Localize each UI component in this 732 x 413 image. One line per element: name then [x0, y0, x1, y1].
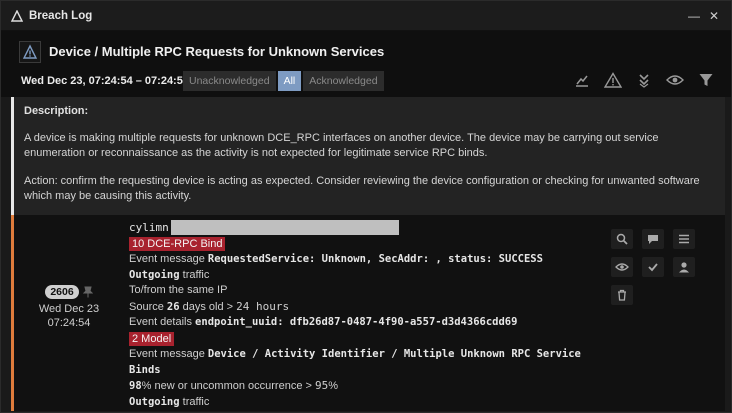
outgoing-value: Outgoing	[129, 268, 180, 281]
user-icon[interactable]	[673, 257, 695, 277]
description-heading: Description:	[24, 105, 89, 117]
list-icon[interactable]	[673, 229, 695, 249]
details-label: Event details	[129, 316, 192, 328]
event-message-value: RequestedService: Unknown, SecAddr: , st…	[207, 253, 543, 265]
action-text: Action: confirm the requesting device is…	[24, 175, 700, 202]
breach-header: Device / Multiple RPC Requests for Unkno…	[1, 31, 731, 97]
source-line: Source 26 days old > 24 hours	[129, 299, 629, 316]
redacted-block	[170, 220, 399, 236]
tag-dce-rpc-bind: 10 DCE-RPC Bind	[129, 236, 226, 251]
details-line: Event details endpoint_uuid: dfb26d87-04…	[129, 315, 629, 331]
event-row[interactable]: 2606 Wed Dec 23 07:24:54 cylimn 10 DCE-R…	[11, 215, 725, 411]
model-message-cont-value: Binds	[129, 363, 161, 376]
event-count-badge: 2606	[45, 285, 79, 299]
event-time: 07:24:54	[47, 317, 91, 329]
pct-threshold: 95	[315, 379, 329, 392]
window-title: Breach Log	[29, 9, 93, 22]
details-value: endpoint_uuid: dfb26d87-0487-4f90-a557-d…	[195, 316, 518, 328]
filter-unacknowledged[interactable]: Unacknowledged	[183, 71, 276, 91]
title-bar: Breach Log — ✕	[1, 1, 731, 31]
model-breach-icon	[19, 41, 41, 63]
pct-value: 98	[129, 380, 142, 392]
event-message-line: Event message RequestedService: Unknown,…	[129, 252, 629, 268]
outgoing2-line: Outgoing traffic	[129, 395, 629, 411]
model-message-label: Event message	[129, 348, 205, 360]
device-prefix: cylimn	[129, 221, 169, 234]
event-message-label: Event message	[129, 253, 205, 265]
filter-all[interactable]: All	[277, 71, 302, 91]
acknowledge-check-icon[interactable]	[642, 257, 664, 277]
tag-model: 2 Model	[129, 331, 175, 346]
chart-icon[interactable]	[571, 69, 593, 91]
event-details: cylimn 10 DCE-RPC Bind Event message Req…	[129, 220, 629, 410]
close-button[interactable]: ✕	[705, 7, 723, 25]
event-meta: 2606 Wed Dec 23 07:24:54	[14, 285, 124, 330]
pin-icon[interactable]	[82, 286, 93, 298]
warning-icon[interactable]	[602, 69, 624, 91]
search-icon[interactable]	[611, 229, 633, 249]
breach-log-window: Breach Log — ✕ Device / Multiple RPC Req…	[0, 0, 732, 413]
pct-label: % new or uncommon occurrence >	[141, 380, 312, 392]
outgoing-line: Outgoing traffic	[129, 268, 629, 284]
eye-icon[interactable]	[664, 69, 686, 91]
comment-icon[interactable]	[642, 229, 664, 249]
header-actions	[562, 69, 717, 91]
source-value: 26	[166, 300, 180, 313]
model-message-value: Device / Activity Identifier / Multiple …	[207, 348, 581, 360]
pct-suffix: %	[328, 380, 339, 392]
filter-acknowledged[interactable]: Acknowledged	[303, 71, 384, 91]
event-date: Wed Dec 23	[38, 303, 100, 315]
source-label: Source	[129, 300, 164, 313]
pct-line: 98% new or uncommon occurrence > 95%	[129, 378, 629, 395]
tofrom-line: To/from the same IP	[129, 284, 228, 296]
source-mid: days old >	[182, 300, 234, 313]
collapse-all-icon[interactable]	[633, 69, 655, 91]
device-name[interactable]: cylimn	[129, 220, 629, 236]
breach-timerange: Wed Dec 23, 07:24:54 – 07:24:55	[21, 75, 189, 87]
filter-funnel-icon[interactable]	[695, 69, 717, 91]
outgoing-label: traffic	[182, 268, 210, 281]
description-text: A device is making multiple requests for…	[24, 132, 659, 159]
model-message-cont: Binds	[129, 363, 629, 379]
model-message-line: Event message Device / Activity Identifi…	[129, 347, 629, 363]
outgoing2-label: traffic	[182, 395, 210, 408]
event-actions	[611, 229, 707, 305]
outgoing2-value: Outgoing	[129, 395, 180, 408]
source-threshold: 24 hours	[236, 299, 290, 313]
app-triangle-icon	[11, 9, 23, 22]
trash-icon[interactable]	[611, 285, 633, 305]
breach-title: Device / Multiple RPC Requests for Unkno…	[49, 44, 385, 59]
minimize-button[interactable]: —	[685, 7, 703, 25]
description-panel: Description: A device is making multiple…	[11, 97, 725, 215]
eye-icon[interactable]	[611, 257, 633, 277]
ack-filter: Unacknowledged All Acknowledged	[183, 71, 386, 91]
